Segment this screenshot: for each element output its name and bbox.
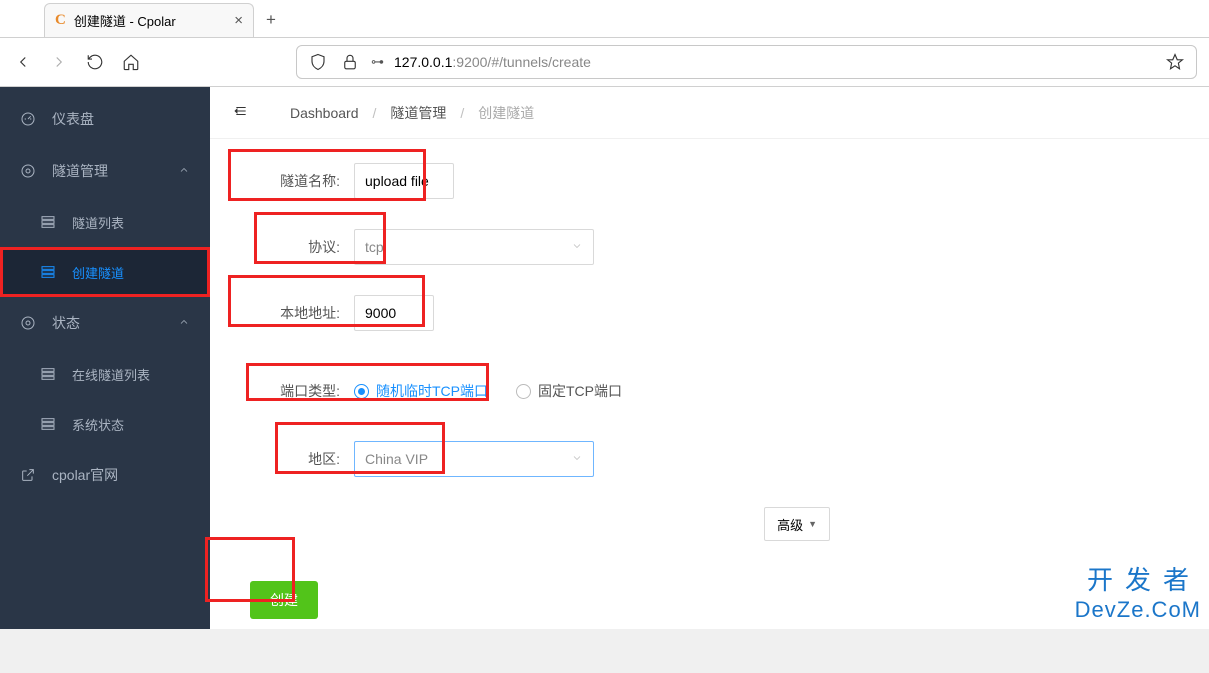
sidebar-item-label: cpolar官网 [52, 465, 118, 485]
sidebar-item-label: 仪表盘 [52, 109, 94, 129]
region-value: China VIP [365, 451, 428, 467]
breadcrumb-tunnel-mgmt[interactable]: 隧道管理 [390, 103, 446, 123]
sidebar-item-label: 创建隧道 [72, 263, 124, 282]
browser-tab[interactable]: C 创建隧道 - Cpolar × [44, 3, 254, 37]
close-tab-icon[interactable]: × [234, 12, 243, 29]
grid-icon [40, 214, 58, 230]
lock-icon [339, 51, 361, 73]
breadcrumb-separator: / [373, 105, 377, 121]
sidebar-item-sys-status[interactable]: 系统状态 [0, 399, 210, 449]
tunnel-name-label: 隧道名称: [250, 171, 340, 191]
create-label: 创建 [270, 592, 298, 608]
breadcrumb: Dashboard / 隧道管理 / 创建隧道 [210, 87, 1209, 139]
menu-toggle-icon[interactable] [232, 104, 250, 121]
shield-icon [307, 51, 329, 73]
port-type-random-radio[interactable]: 随机临时TCP端口 [354, 381, 488, 401]
sidebar-item-create-tunnel[interactable]: 创建隧道 [0, 247, 210, 297]
tunnel-name-input[interactable] [354, 163, 454, 199]
chevron-up-icon [178, 315, 190, 331]
create-button[interactable]: 创建 [250, 581, 318, 619]
watermark-bottom: DevZe.CoM [1075, 597, 1201, 623]
address-bar[interactable]: ⊶ 127.0.0.1:9200/#/tunnels/create [296, 45, 1197, 79]
advanced-button[interactable]: 高级 ▼ [764, 507, 830, 541]
region-label: 地区: [250, 449, 340, 469]
watermark: 开发者 DevZe.CoM [1075, 560, 1201, 623]
sidebar-item-label: 在线隧道列表 [72, 365, 150, 384]
tunnel-icon [20, 163, 38, 179]
sidebar-item-label: 状态 [52, 313, 80, 333]
radio-label: 随机临时TCP端口 [376, 381, 488, 401]
favicon-icon: C [55, 12, 66, 29]
port-type-label: 端口类型: [250, 381, 340, 401]
grid-icon [40, 416, 58, 432]
breadcrumb-separator: / [460, 105, 464, 121]
port-type-fixed-radio[interactable]: 固定TCP端口 [516, 381, 622, 401]
chevron-down-icon [571, 239, 583, 255]
radio-icon [354, 384, 369, 399]
local-addr-label: 本地地址: [250, 303, 340, 323]
sidebar-item-cpolar-site[interactable]: cpolar官网 [0, 449, 210, 501]
chevron-down-icon [571, 451, 583, 467]
back-button[interactable] [12, 51, 34, 73]
external-link-icon [20, 467, 38, 483]
protocol-value: tcp [365, 239, 384, 255]
chevron-up-icon [178, 163, 190, 179]
tunnel-form: 隧道名称: 协议: tcp 本地地址: 端口类型: 随机临 [210, 139, 1209, 673]
radio-label: 固定TCP端口 [538, 381, 622, 401]
sidebar-item-tunnel-list[interactable]: 隧道列表 [0, 197, 210, 247]
home-button[interactable] [120, 51, 142, 73]
grid-icon [40, 264, 58, 280]
caret-down-icon: ▼ [808, 519, 817, 529]
protocol-label: 协议: [250, 237, 340, 257]
forward-button[interactable] [48, 51, 70, 73]
breadcrumb-dashboard[interactable]: Dashboard [290, 105, 359, 121]
watermark-top: 开发者 [1075, 560, 1201, 597]
key-icon: ⊶ [371, 54, 384, 70]
reload-button[interactable] [84, 51, 106, 73]
dashboard-icon [20, 111, 38, 127]
new-tab-button[interactable]: + [254, 3, 288, 37]
sidebar-item-status[interactable]: 状态 [0, 297, 210, 349]
sidebar-item-online-tunnels[interactable]: 在线隧道列表 [0, 349, 210, 399]
advanced-label: 高级 [777, 515, 803, 534]
sidebar: 仪表盘 隧道管理 隧道列表 创建隧道 状态 在线隧道列表 系统状态 [0, 87, 210, 629]
url-text: 127.0.0.1:9200/#/tunnels/create [394, 54, 591, 70]
sidebar-item-label: 系统状态 [72, 415, 124, 434]
status-icon [20, 315, 38, 331]
breadcrumb-current: 创建隧道 [478, 103, 534, 123]
sidebar-item-tunnel-mgmt[interactable]: 隧道管理 [0, 145, 210, 197]
bookmark-star-icon[interactable] [1164, 51, 1186, 73]
sidebar-item-label: 隧道管理 [52, 161, 108, 181]
sidebar-item-label: 隧道列表 [72, 213, 124, 232]
region-select[interactable]: China VIP [354, 441, 594, 477]
main-content: Dashboard / 隧道管理 / 创建隧道 隧道名称: 协议: tcp [210, 87, 1209, 629]
radio-icon [516, 384, 531, 399]
sidebar-item-dashboard[interactable]: 仪表盘 [0, 93, 210, 145]
grid-icon [40, 366, 58, 382]
protocol-select[interactable]: tcp [354, 229, 594, 265]
tab-title: 创建隧道 - Cpolar [74, 11, 176, 30]
local-addr-input[interactable] [354, 295, 434, 331]
